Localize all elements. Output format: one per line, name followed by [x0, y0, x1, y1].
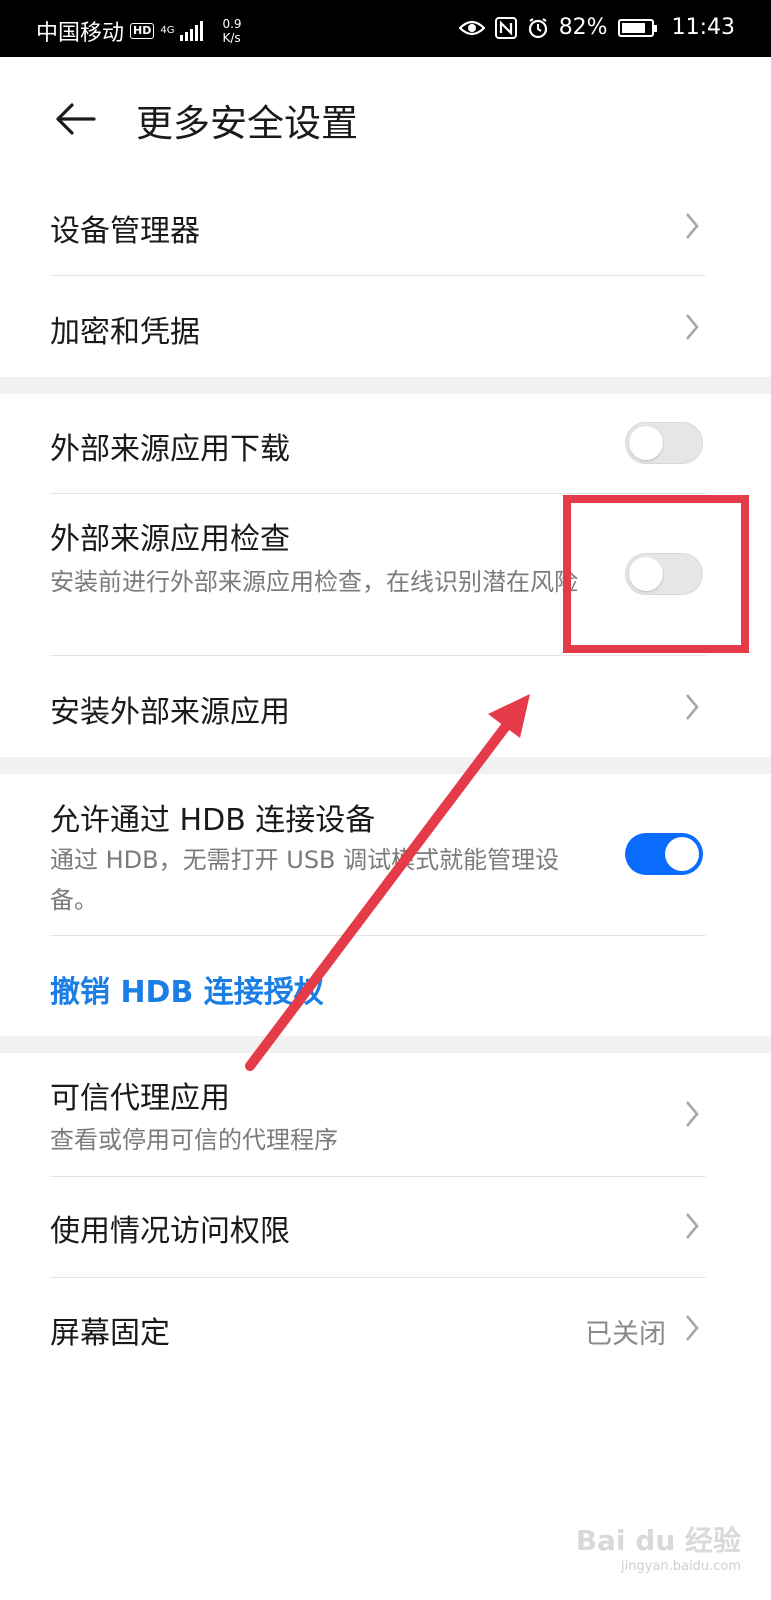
page-title: 更多安全设置	[136, 102, 358, 145]
back-arrow-icon[interactable]	[54, 97, 98, 141]
divider	[50, 1277, 706, 1278]
battery-fill	[621, 22, 645, 33]
external-check-label: 外部来源应用检查	[50, 522, 290, 557]
status-left: 中国移动 HD 4G 0.9 K/s	[36, 15, 242, 47]
status-right: 82% 11:43	[458, 15, 735, 40]
usage-access-label: 使用情况访问权限	[50, 1214, 290, 1249]
chevron-right-icon	[686, 213, 699, 239]
hdb-toggle[interactable]	[625, 833, 703, 875]
trust-agents-description: 查看或停用可信的代理程序	[50, 1126, 338, 1154]
divider	[50, 1176, 706, 1177]
hdb-description: 通过 HDB，无需打开 USB 调试模式就能管理设备。	[50, 846, 560, 914]
speed-value: 0.9	[222, 17, 242, 31]
nfc-icon	[494, 16, 517, 39]
chevron-right-icon	[686, 314, 699, 340]
revoke-hdb-link[interactable]: 撤销 HDB 连接授权	[50, 967, 324, 1011]
carrier-name: 中国移动	[36, 21, 125, 46]
watermark-brand: Bai du 经验	[575, 1524, 741, 1557]
external-check-description: 安装前进行外部来源应用检查，在线识别潜在风险	[50, 568, 578, 596]
toggle-knob	[629, 426, 663, 460]
app-bar: 更多安全设置	[0, 57, 771, 177]
chevron-right-icon	[686, 1101, 699, 1127]
chevron-right-icon	[686, 1213, 699, 1239]
encryption-label: 加密和凭据	[50, 315, 200, 350]
battery-icon	[617, 18, 657, 37]
network-speed: 0.9 K/s	[222, 17, 241, 45]
section-separator	[0, 377, 771, 394]
external-download-label: 外部来源应用下载	[50, 432, 290, 467]
hdb-label: 允许通过 HDB 连接设备	[50, 803, 376, 838]
divider	[50, 935, 706, 936]
eye-icon	[458, 20, 485, 35]
annotation-highlight-box	[563, 495, 749, 653]
signal-icon	[180, 21, 204, 41]
trust-agents-label: 可信代理应用	[50, 1081, 230, 1116]
battery-percent: 82%	[558, 15, 608, 40]
watermark-url: jingyan.baidu.com	[621, 1559, 741, 1574]
section-separator	[0, 757, 771, 774]
install-external-label: 安装外部来源应用	[50, 695, 290, 730]
baidu-watermark: Bai du 经验 jingyan.baidu.com	[576, 1519, 741, 1574]
divider	[50, 655, 706, 656]
alarm-icon	[528, 17, 547, 38]
hd-icon: HD	[130, 23, 155, 39]
section-separator	[0, 1036, 771, 1053]
clock: 11:43	[671, 15, 735, 40]
divider	[50, 493, 706, 494]
device-manager-label: 设备管理器	[50, 214, 200, 249]
divider	[50, 275, 706, 276]
external-download-toggle[interactable]	[625, 422, 703, 464]
speed-unit: K/s	[222, 31, 241, 45]
chevron-right-icon	[686, 1315, 699, 1341]
screen-pinning-label: 屏幕固定	[50, 1316, 170, 1351]
status-bar: 中国移动 HD 4G 0.9 K/s 82% 11:43	[0, 0, 771, 57]
network-type-icon: 4G	[160, 25, 175, 36]
chevron-right-icon	[686, 694, 699, 720]
screen-pinning-status: 已关闭	[585, 1319, 666, 1350]
toggle-knob	[665, 837, 699, 871]
